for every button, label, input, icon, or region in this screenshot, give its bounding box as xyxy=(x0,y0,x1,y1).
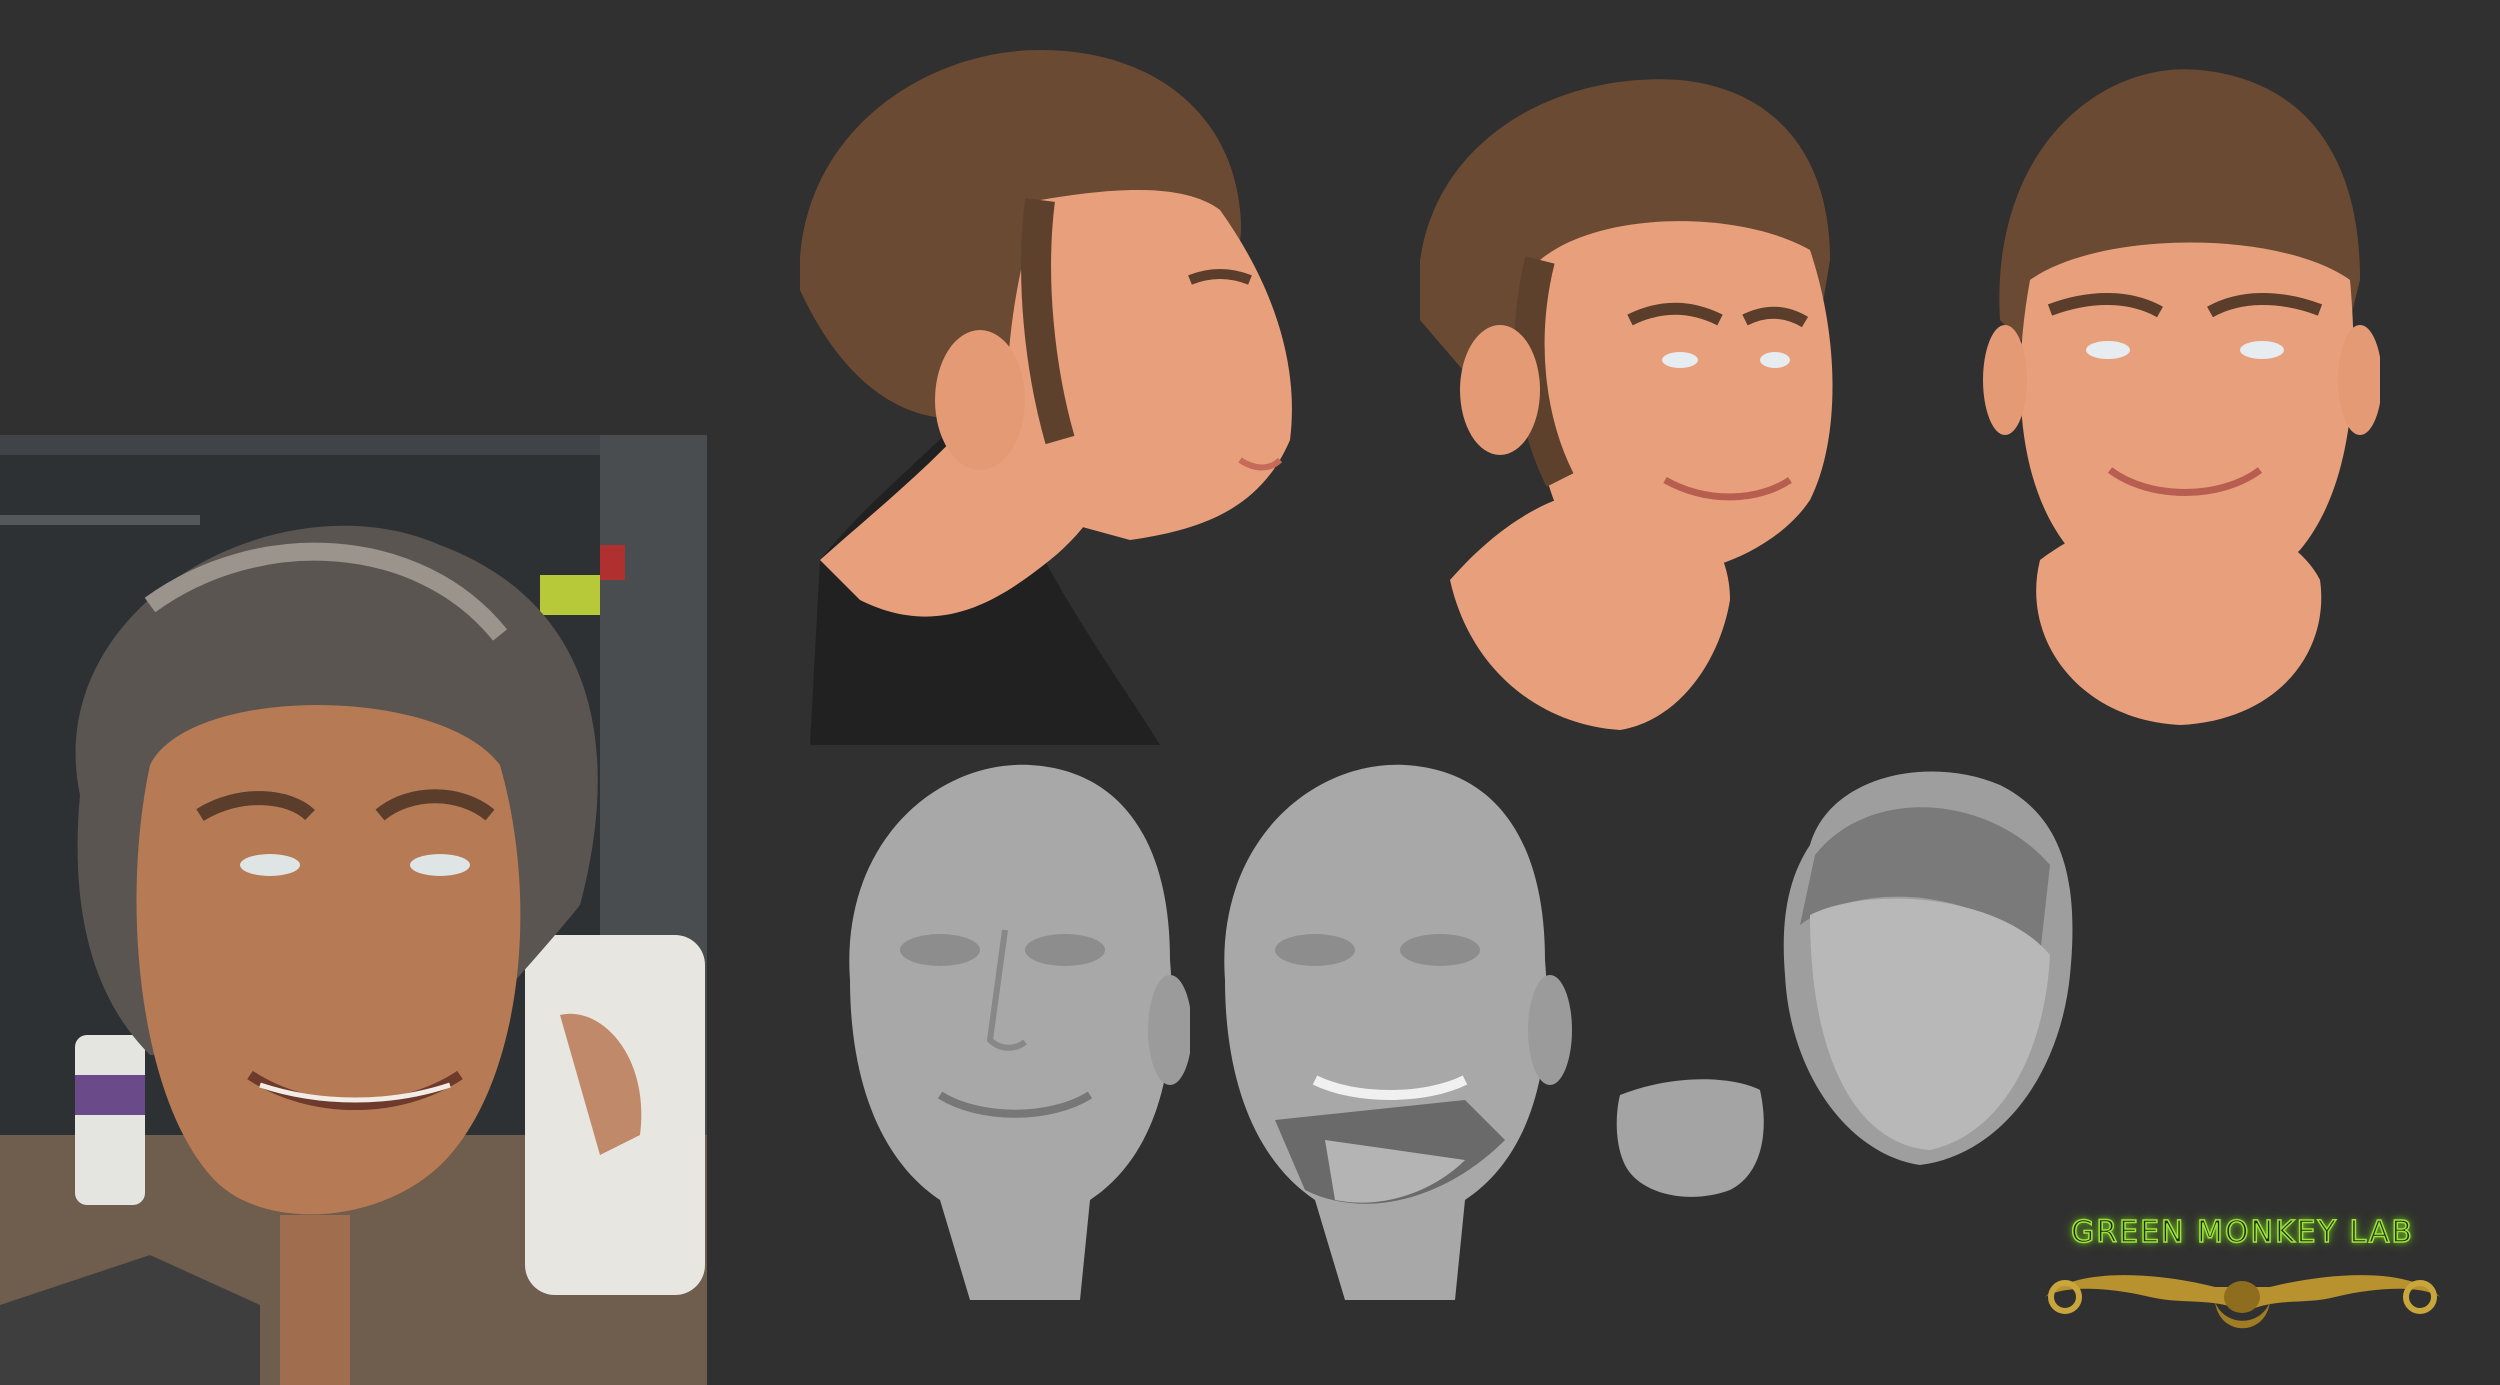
clay-head-open-render xyxy=(1205,760,1575,1310)
profile-render xyxy=(800,40,1310,745)
clay-head-closed-render xyxy=(830,760,1190,1310)
logo-ornament-icon xyxy=(2035,1257,2450,1352)
logo-text: GREEN MONKEY LAB xyxy=(2070,1214,2414,1251)
green-monkey-lab-logo: GREEN MONKEY LAB xyxy=(2035,1214,2450,1352)
front-render xyxy=(1980,60,2380,730)
head-shell-render xyxy=(1770,755,2090,1175)
workshop-photo xyxy=(0,435,707,1385)
jaw-piece-render xyxy=(1610,1075,1775,1205)
three-quarter-render xyxy=(1420,60,1840,730)
